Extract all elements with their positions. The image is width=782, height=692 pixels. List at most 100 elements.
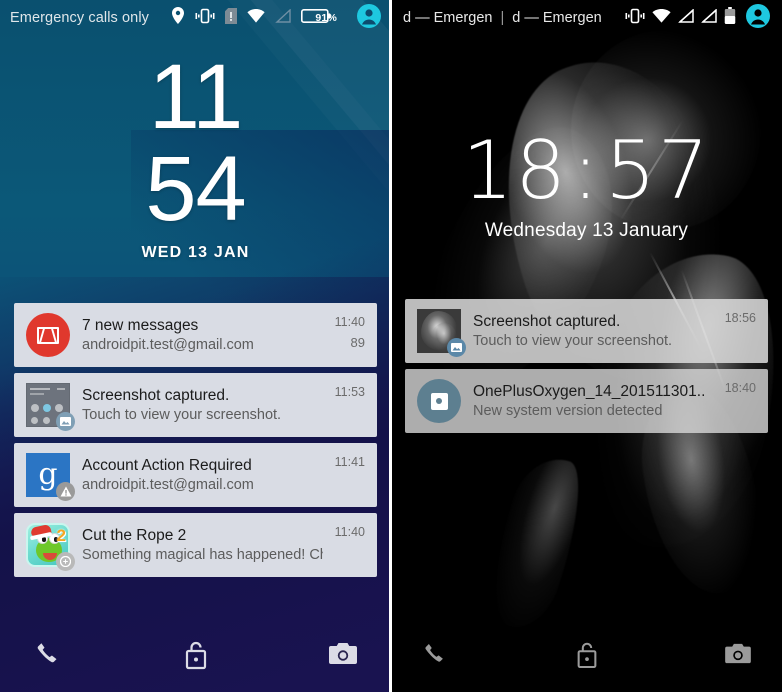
notification-meta: 18:56: [725, 309, 756, 325]
notification-title: Cut the Rope 2: [82, 527, 187, 544]
notification-icon-wrap: [26, 313, 70, 357]
oxygen-glyph: [430, 392, 448, 410]
clock-colon: :: [572, 124, 601, 217]
camera-icon: [328, 642, 358, 671]
clock-hours: 11: [148, 46, 244, 148]
phone-icon: [422, 641, 448, 672]
notification-icon-wrap: [417, 379, 461, 423]
right-phone-lockscreen: d — Emergen | d — Emergen 18:57 Wednesda…: [391, 0, 782, 692]
notification-title: OnePlusOxygen_14_201511301..: [473, 383, 706, 400]
camera-shortcut[interactable]: [319, 632, 367, 680]
clock-minutes: 57: [604, 124, 711, 217]
dual-sim-carrier: d — Emergen | d — Emergen: [403, 10, 602, 26]
notification-meta: 11:40: [335, 523, 365, 539]
vibrate-icon: [625, 8, 645, 29]
vibrate-icon: [195, 8, 215, 29]
right-status-icons: [625, 3, 770, 33]
notification-count: 89: [350, 335, 365, 350]
lock-shortcut[interactable]: [459, 639, 714, 674]
app-badge-icon: [56, 552, 75, 571]
notification-subtitle: Something magical has happened! Check i.…: [82, 547, 323, 563]
warning-badge-icon: [56, 482, 75, 501]
carrier-separator: |: [500, 10, 505, 26]
notification-text: Account Action Required androidpit.test@…: [82, 457, 323, 493]
notification-item[interactable]: Screenshot captured. Touch to view your …: [405, 299, 768, 363]
rope-hat: [30, 525, 52, 538]
notification-meta: 11:40 89: [335, 313, 365, 350]
user-avatar-icon[interactable]: [746, 3, 770, 33]
gallery-badge-icon: [56, 412, 75, 431]
unlocked-padlock-icon: [182, 638, 210, 675]
notification-item[interactable]: 2 Cut the Rope 2 Something magical has h…: [14, 513, 377, 577]
notification-text: Screenshot captured. Touch to view your …: [473, 313, 713, 349]
clock-minutes: 54: [145, 138, 246, 240]
phone-shortcut[interactable]: [24, 632, 72, 680]
left-status-icons: 91%: [171, 3, 381, 33]
notification-meta: 11:53: [335, 383, 365, 399]
notification-meta: 18:40: [725, 379, 756, 395]
envelope-glyph: [37, 326, 59, 344]
notification-time: 11:40: [334, 525, 365, 539]
notification-subtitle: Touch to view your screenshot.: [473, 333, 673, 349]
gmail-icon: [26, 313, 70, 357]
notification-icon-wrap: [26, 383, 75, 431]
panel-divider: [389, 0, 392, 692]
battery-percent-label: 91%: [315, 12, 337, 24]
left-clock-widget: 11 54 WED 13 JAN: [0, 46, 391, 262]
thumb-detail: [43, 404, 51, 412]
right-notification-list: Screenshot captured. Touch to view your …: [405, 299, 768, 439]
notification-title: Account Action Required: [82, 457, 252, 474]
wifi-icon: [247, 8, 265, 28]
thumb-detail: [57, 388, 65, 390]
notification-item[interactable]: Screenshot captured. Touch to view your …: [14, 373, 377, 437]
notification-item[interactable]: 7 new messages androidpit.test@gmail.com…: [14, 303, 377, 367]
notification-icon-wrap: [417, 309, 466, 357]
rope-number: 2: [56, 526, 66, 545]
notification-time: 18:56: [724, 311, 756, 325]
unlocked-padlock-icon: [574, 639, 600, 674]
camera-icon: [724, 643, 752, 670]
carrier-label-sim2: d — Emergen: [512, 10, 602, 26]
sim-alert-icon: [225, 7, 238, 29]
left-lockscreen-actions: [0, 620, 391, 692]
signal-empty-icon: [275, 7, 292, 28]
thumb-detail: [30, 388, 50, 390]
phone-shortcut[interactable]: [411, 632, 459, 680]
dual-phone-lockscreen-comparison: Emergency calls only 91% 11 54 WED 13 JA…: [0, 0, 782, 692]
notification-item[interactable]: g Account Action Required androidpit.tes…: [14, 443, 377, 507]
left-status-bar[interactable]: Emergency calls only 91%: [0, 0, 391, 36]
notification-subtitle: New system version detected: [473, 403, 663, 419]
notification-text: Screenshot captured. Touch to view your …: [82, 387, 323, 423]
lock-shortcut[interactable]: [72, 638, 319, 675]
clock-hours: 18: [462, 124, 569, 217]
oxygen-update-icon: [417, 379, 461, 423]
thumb-detail: [31, 417, 38, 424]
phone-icon: [34, 640, 62, 673]
location-pin-icon: [171, 7, 185, 29]
notification-subtitle: androidpit.test@gmail.com: [82, 337, 254, 353]
right-status-bar[interactable]: d — Emergen | d — Emergen: [391, 0, 782, 36]
left-phone-lockscreen: Emergency calls only 91% 11 54 WED 13 JA…: [0, 0, 391, 692]
user-avatar-icon[interactable]: [357, 3, 381, 33]
notification-title: Screenshot captured.: [82, 387, 230, 404]
wallpaper-smoke: [475, 448, 597, 637]
clock-time: 18:57: [391, 128, 782, 214]
signal-no-service-icon: [701, 7, 717, 28]
thumb-detail: [31, 404, 39, 412]
wifi-icon: [652, 8, 671, 28]
notification-icon-wrap: 2: [26, 523, 75, 571]
carrier-label: Emergency calls only: [10, 10, 149, 26]
camera-shortcut[interactable]: [714, 632, 762, 680]
notification-time: 11:53: [334, 385, 365, 399]
notification-icon-wrap: g: [26, 453, 75, 501]
notification-text: Cut the Rope 2 Something magical has hap…: [82, 527, 323, 563]
battery-icon: [724, 6, 736, 30]
notification-time: 11:40: [334, 315, 365, 329]
notification-title: 7 new messages: [82, 317, 199, 334]
thumb-detail: [30, 393, 44, 395]
right-clock-widget: 18:57 Wednesday 13 January: [391, 128, 782, 242]
right-lockscreen-actions: [391, 620, 782, 692]
google-g-glyph: g: [38, 457, 58, 492]
notification-item[interactable]: OnePlusOxygen_14_201511301.. New system …: [405, 369, 768, 433]
notification-subtitle: androidpit.test@gmail.com: [82, 477, 254, 493]
